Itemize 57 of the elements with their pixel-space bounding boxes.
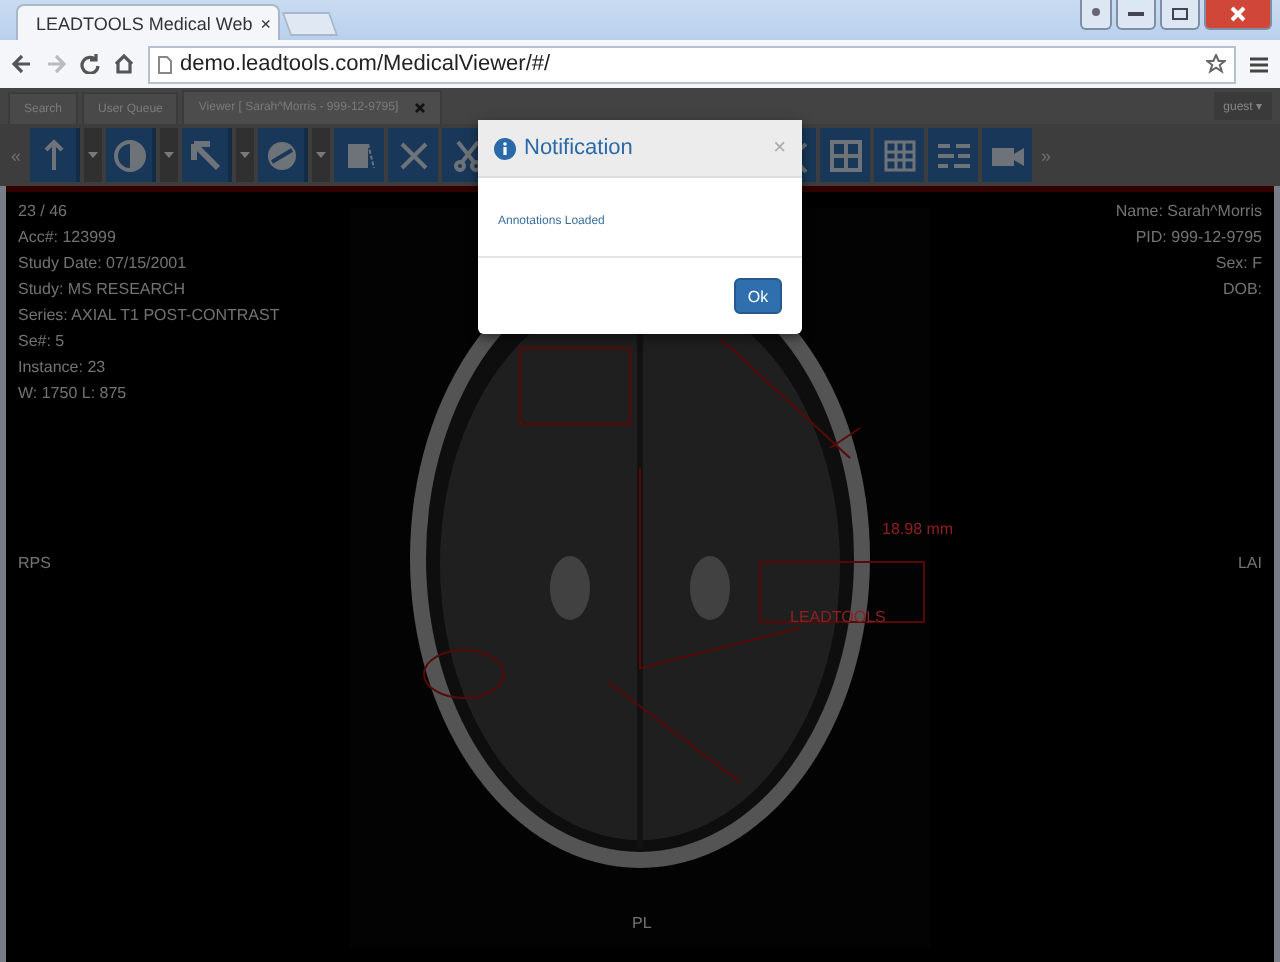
study-info-text: Se#: 5	[18, 330, 65, 352]
annotation-label: 18.98 mm	[882, 520, 954, 538]
study-info-text: 23 / 46	[18, 200, 67, 222]
close-icon	[1230, 6, 1246, 22]
menu-icon[interactable]	[1250, 55, 1268, 73]
caret-icon	[88, 152, 98, 158]
person-icon	[1090, 8, 1102, 20]
orientation-label: LAI	[1237, 552, 1262, 574]
close-tab-button[interactable]: ×	[260, 13, 271, 33]
study-info-text: Study Date: 07/15/2001	[18, 252, 187, 274]
close-button[interactable]	[1204, 0, 1272, 30]
dropdown-button[interactable]	[160, 128, 178, 182]
annotation-label: LEADTOOLS	[790, 608, 886, 626]
address-bar[interactable]: demo.leadtools.com/MedicalViewer/#/	[148, 45, 1236, 83]
contrast-icon	[111, 137, 147, 173]
maximize-icon	[1172, 8, 1188, 20]
reload-icon[interactable]	[80, 54, 100, 74]
caret-icon	[316, 152, 326, 158]
study-info-text: Instance: 23	[18, 356, 106, 378]
close-button[interactable]: ×	[773, 136, 786, 160]
orientation-label: RPS	[18, 552, 51, 574]
pointer-icon	[187, 137, 223, 173]
minimize-icon	[1128, 11, 1144, 17]
dropdown-button[interactable]	[84, 128, 102, 182]
grid-icon	[827, 137, 863, 173]
dropdown-button[interactable]	[236, 128, 254, 182]
dropdown-button[interactable]	[312, 128, 330, 182]
patient-info-text: PID: 999-12-9795	[1135, 226, 1262, 248]
home-icon[interactable]	[114, 54, 134, 74]
user-button[interactable]	[1080, 0, 1112, 30]
patient-info-text: DOB:	[1222, 278, 1262, 300]
minimize-button[interactable]	[1116, 0, 1156, 30]
dialog-title: Notification	[524, 136, 633, 160]
caret-icon	[240, 152, 250, 158]
forward-icon[interactable]	[46, 54, 66, 74]
star-icon[interactable]	[1206, 54, 1226, 74]
study-info-text: W: 1750 L: 875	[18, 382, 127, 404]
study-info-text: Study: MS RESEARCH	[18, 278, 186, 300]
new-tab-button[interactable]	[281, 12, 339, 36]
back-icon[interactable]	[12, 54, 32, 74]
grid-icon	[881, 137, 917, 173]
patient-info-text: Name: Sarah^Morris	[1115, 200, 1262, 222]
maximize-button[interactable]	[1160, 0, 1200, 30]
cross-icon	[395, 137, 431, 173]
browser-tab[interactable]: LEADTOOLS Medical Web ×	[16, 4, 280, 40]
scroll-right-button[interactable]: »	[1036, 145, 1056, 165]
ok-button[interactable]: Ok	[734, 278, 782, 314]
page-icon	[158, 55, 172, 73]
info-icon	[494, 137, 516, 159]
caret-icon	[164, 152, 174, 158]
patient-info-text: Sex: F	[1215, 252, 1262, 274]
study-info-text: Acc#: 123999	[18, 226, 116, 248]
orientation-label: PL	[632, 912, 652, 934]
close-icon[interactable]	[414, 102, 427, 114]
study-info-text: Series: AXIAL T1 POST-CONTRAST	[18, 304, 280, 326]
scroll-left-button[interactable]: «	[6, 145, 26, 165]
protractor-icon	[263, 137, 299, 173]
